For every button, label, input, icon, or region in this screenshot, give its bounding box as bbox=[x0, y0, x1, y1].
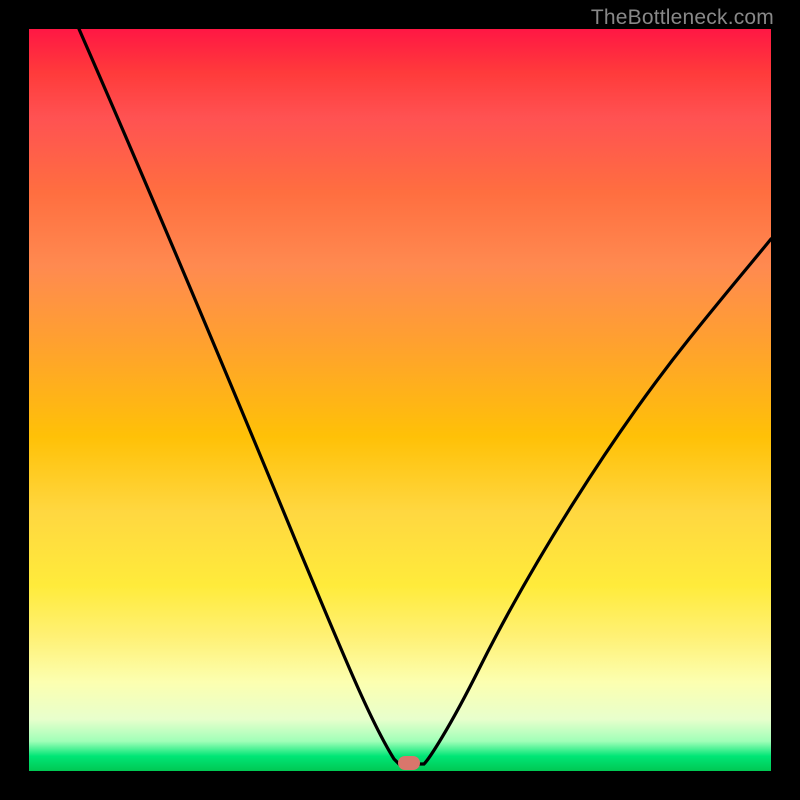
chart-container: TheBottleneck.com bbox=[0, 0, 800, 800]
curve-path bbox=[79, 29, 771, 764]
optimal-point-marker bbox=[398, 756, 420, 770]
watermark-text: TheBottleneck.com bbox=[591, 6, 774, 30]
bottleneck-curve bbox=[29, 29, 771, 771]
